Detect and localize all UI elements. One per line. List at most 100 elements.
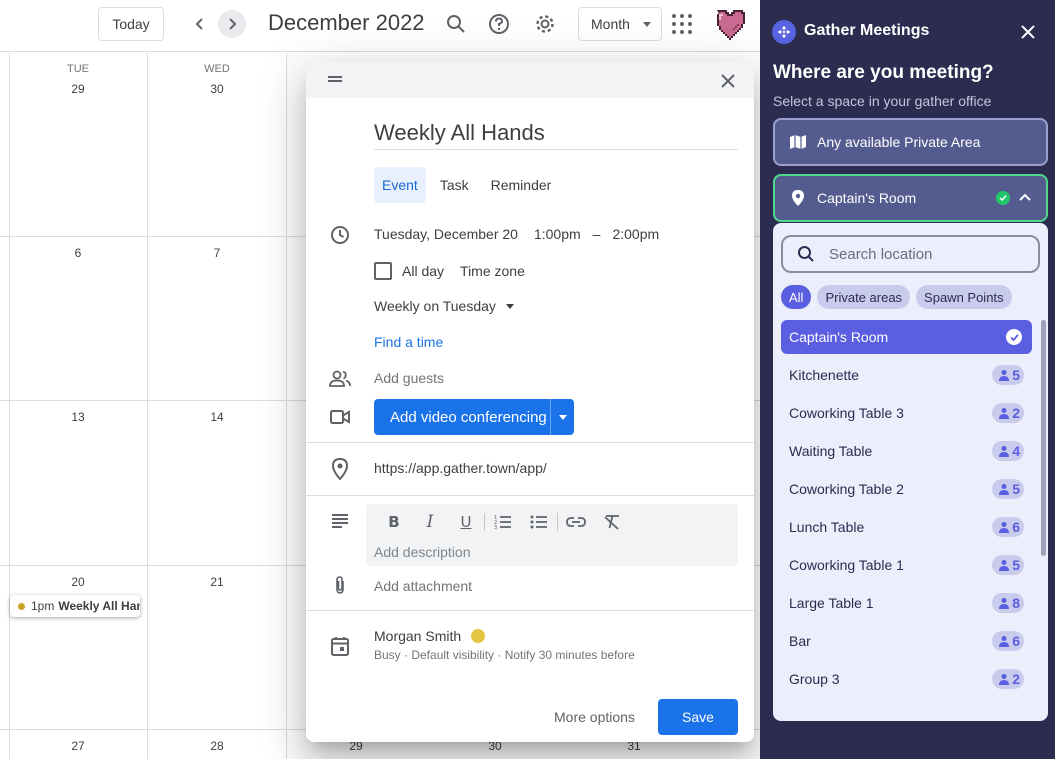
occupancy-count: 2 (1012, 405, 1020, 421)
time-zone-button[interactable]: Time zone (460, 263, 525, 279)
gather-meetings-panel: Gather Meetings Where are you meeting? S… (760, 0, 1055, 759)
search-location-input[interactable]: Search location (781, 235, 1040, 273)
day-number[interactable]: 7 (187, 246, 247, 260)
calendar-owner-select[interactable]: Morgan Smith (374, 628, 486, 644)
calendar-event-chip[interactable]: 1pm Weekly All Han (10, 595, 140, 617)
start-time-field[interactable]: 1:00pm (534, 226, 581, 242)
tab-event[interactable]: Event (374, 167, 426, 203)
day-number[interactable]: 21 (187, 575, 247, 589)
person-icon (999, 598, 1010, 609)
any-private-area-option[interactable]: Any available Private Area (773, 118, 1048, 166)
clear-formatting-icon[interactable] (594, 510, 630, 534)
location-pin-icon (789, 189, 807, 207)
close-icon[interactable] (1016, 20, 1040, 44)
today-button[interactable]: Today (98, 7, 164, 41)
end-time-field[interactable]: 2:00pm (612, 226, 659, 242)
day-number[interactable]: 13 (48, 410, 108, 424)
room-name: Bar (789, 633, 811, 649)
link-icon[interactable] (558, 510, 594, 534)
calendar-header: Today December 2022 Month (0, 0, 760, 52)
tab-task[interactable]: Task (432, 167, 477, 203)
description-editor[interactable]: B I U 123 Add description (366, 504, 738, 566)
day-number[interactable]: 30 (187, 82, 247, 96)
settings-gear-icon[interactable] (533, 12, 557, 36)
filter-chip-spawn-points[interactable]: Spawn Points (916, 285, 1012, 309)
all-day-checkbox[interactable] (374, 262, 392, 280)
bold-icon[interactable]: B (376, 510, 412, 534)
avatar[interactable] (713, 8, 747, 40)
list-item[interactable]: Large Table 1 8 (781, 586, 1032, 620)
search-icon[interactable] (444, 12, 468, 36)
room-dropdown-list: Search location All Private areas Spawn … (773, 223, 1048, 721)
event-type-tabs: Event Task Reminder (374, 167, 559, 203)
list-item[interactable]: Bar 6 (781, 624, 1032, 658)
day-number[interactable]: 14 (187, 410, 247, 424)
close-icon[interactable] (718, 71, 738, 91)
filter-chip-private-areas[interactable]: Private areas (817, 285, 911, 309)
view-selector[interactable]: Month (578, 7, 662, 41)
underline-icon[interactable]: U (448, 510, 484, 534)
occupancy-badge: 5 (992, 479, 1024, 499)
numbered-list-icon[interactable]: 123 (485, 510, 521, 534)
search-placeholder: Search location (829, 245, 933, 263)
list-item[interactable]: Coworking Table 1 5 (781, 548, 1032, 582)
person-icon (999, 408, 1010, 419)
italic-icon[interactable]: I (412, 510, 448, 534)
person-icon (999, 370, 1010, 381)
date-field[interactable]: Tuesday, December 20 (374, 226, 518, 242)
event-title-input[interactable]: Weekly All Hands (374, 118, 738, 150)
room-name: Coworking Table 2 (789, 481, 904, 497)
person-icon (999, 522, 1010, 533)
add-guests-input[interactable]: Add guests (374, 370, 444, 386)
panel-title: Gather Meetings (804, 22, 930, 39)
day-number[interactable]: 6 (48, 246, 108, 260)
list-item[interactable]: Waiting Table 4 (781, 434, 1032, 468)
tab-reminder[interactable]: Reminder (483, 167, 560, 203)
day-number[interactable]: 20 (48, 575, 108, 589)
option-label: Captain's Room (817, 190, 917, 206)
day-number[interactable]: 28 (187, 739, 247, 753)
more-options-button[interactable]: More options (548, 699, 641, 735)
drag-handle-icon[interactable] (328, 76, 342, 82)
previous-month-button[interactable] (186, 10, 214, 38)
filter-chip-all[interactable]: All (781, 285, 812, 309)
list-item[interactable]: Coworking Table 3 2 (781, 396, 1032, 430)
add-attachment-button[interactable]: Add attachment (374, 578, 472, 594)
video-options-dropdown[interactable] (550, 399, 574, 435)
occupancy-badge: 4 (992, 441, 1024, 461)
chevron-right-icon (229, 18, 237, 30)
event-color-dot (18, 602, 25, 610)
chevron-up-icon[interactable] (1018, 190, 1032, 204)
help-icon[interactable] (487, 12, 511, 36)
room-name: Group 3 (789, 671, 840, 687)
add-video-conferencing-button[interactable]: Add video conferencing (374, 399, 574, 435)
occupancy-badge: 2 (992, 669, 1024, 689)
occupancy-count: 5 (1012, 367, 1020, 383)
description-placeholder: Add description (374, 544, 471, 560)
occupancy-badge: 2 (992, 403, 1024, 423)
all-day-label[interactable]: All day (402, 263, 444, 279)
day-number[interactable]: 27 (48, 739, 108, 753)
bulleted-list-icon[interactable] (521, 510, 557, 534)
recurrence-select[interactable]: Weekly on Tuesday (374, 298, 514, 314)
day-number[interactable]: 29 (48, 82, 108, 96)
list-item[interactable]: Group 3 2 (781, 662, 1032, 696)
apps-grid-icon[interactable] (672, 14, 692, 34)
divider (306, 442, 754, 443)
list-item[interactable]: Coworking Table 2 5 (781, 472, 1032, 506)
date-time-row: Tuesday, December 20 1:00pm – 2:00pm (374, 226, 659, 242)
list-item[interactable]: Kitchenette 5 (781, 358, 1032, 392)
list-item[interactable]: Lunch Table 6 (781, 510, 1032, 544)
selected-room-dropdown[interactable]: Captain's Room (773, 174, 1048, 222)
save-button[interactable]: Save (658, 699, 738, 735)
list-item[interactable]: Captain's Room (781, 320, 1032, 354)
next-month-button[interactable] (218, 10, 246, 38)
location-input[interactable]: https://app.gather.town/app/ (374, 460, 547, 476)
find-a-time-link[interactable]: Find a time (374, 334, 443, 350)
scrollbar-thumb[interactable] (1041, 320, 1046, 556)
room-name: Captain's Room (789, 329, 889, 345)
occupancy-count: 2 (1012, 671, 1020, 687)
clock-icon (328, 223, 352, 247)
event-settings-summary[interactable]: Busy · Default visibility · Notify 30 mi… (374, 648, 635, 662)
dialog-drag-bar[interactable] (306, 62, 754, 98)
